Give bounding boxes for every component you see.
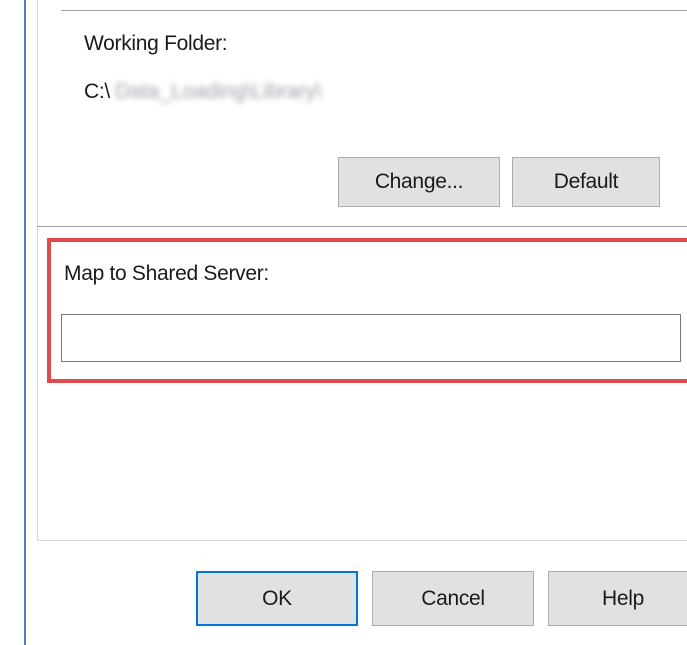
options-dialog: Working Folder: C:\ Data_Loading\Library… — [0, 0, 687, 645]
shared-server-label: Map to Shared Server: — [64, 262, 269, 285]
working-folder-path-prefix: C:\ — [84, 80, 110, 103]
ok-button[interactable]: OK — [196, 571, 358, 626]
window-frame-edge — [24, 0, 26, 645]
help-button[interactable]: Help — [548, 571, 687, 626]
cancel-button[interactable]: Cancel — [372, 571, 534, 626]
working-folder-path-obscured: Data_Loading\Library\ — [115, 80, 322, 103]
top-separator — [61, 10, 687, 11]
section-separator — [37, 226, 687, 227]
shared-server-input[interactable] — [61, 314, 681, 362]
change-folder-button[interactable]: Change... — [338, 157, 500, 207]
working-folder-label: Working Folder: — [84, 32, 228, 55]
default-folder-button[interactable]: Default — [512, 157, 660, 207]
